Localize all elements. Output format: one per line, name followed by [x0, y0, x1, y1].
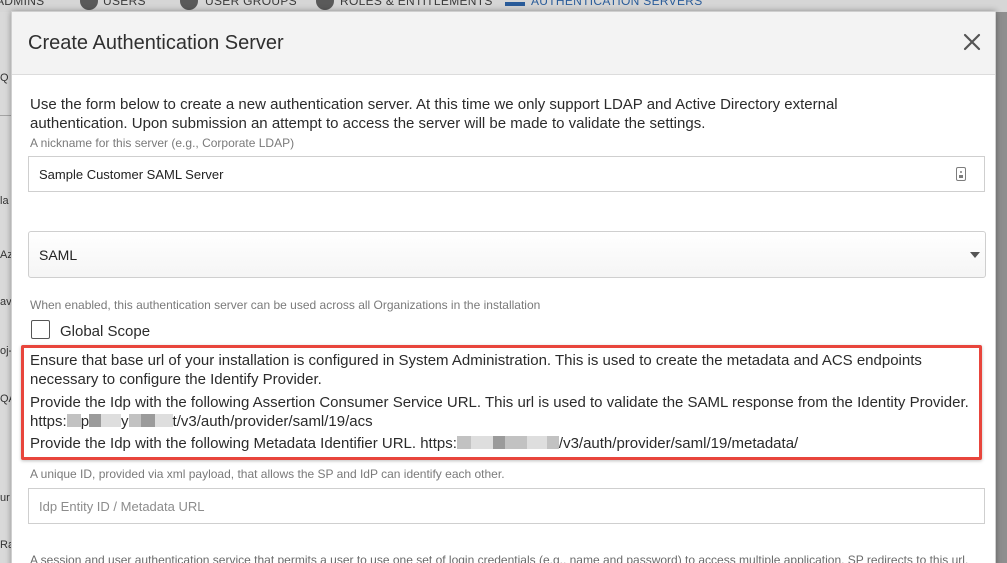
redacted-block — [526, 436, 547, 449]
redacted-block — [101, 414, 122, 427]
acs-url-note: Provide the Idp with the following Asser… — [30, 393, 970, 431]
acs-url-fragment: p — [80, 413, 90, 430]
background-fragment: la — [0, 195, 9, 207]
contact-card-icon — [956, 167, 966, 181]
redacted-block — [128, 414, 141, 427]
redacted-block — [470, 436, 493, 449]
base-url-note: Ensure that base url of your installatio… — [30, 352, 922, 388]
acs-url-fragment: y — [121, 413, 129, 430]
server-type-value: SAML — [39, 247, 78, 263]
global-scope-help: When enabled, this authentication server… — [30, 298, 541, 312]
redacted-block — [504, 436, 527, 449]
nav-tab-admins: ADMINS — [0, 0, 45, 8]
redacted-block — [456, 436, 471, 449]
acs-url-suffix: t/v3/auth/provider/saml/19/acs — [172, 413, 373, 430]
metadata-url-prefix: Provide the Idp with the following Metad… — [30, 435, 457, 452]
global-scope-label: Global Scope — [60, 323, 151, 340]
user-groups-icon — [180, 0, 198, 10]
close-icon[interactable] — [960, 30, 984, 54]
sso-help: A session and user authentication servic… — [30, 553, 969, 563]
redacted-block — [89, 414, 102, 427]
modal-title: Create Authentication Server — [28, 32, 284, 54]
entity-id-input[interactable] — [28, 488, 985, 524]
background-fragment: ur — [0, 492, 10, 504]
nickname-input[interactable] — [28, 156, 985, 192]
redacted-block — [546, 436, 559, 449]
auth-servers-icon — [505, 2, 525, 6]
global-scope-checkbox[interactable] — [31, 320, 50, 339]
roles-icon — [316, 0, 334, 10]
redacted-block — [492, 436, 505, 449]
users-icon — [80, 0, 98, 10]
nav-tab-users: USERS — [103, 0, 146, 8]
nav-tab-roles-entitlements: ROLES & ENTITLEMENTS — [340, 0, 493, 8]
nickname-field-wrap — [28, 156, 985, 192]
nav-tab-authentication-servers: AUTHENTICATION SERVERS — [531, 0, 703, 8]
modal-header: Create Authentication Server — [12, 12, 995, 75]
metadata-url-note: Provide the Idp with the following Metad… — [30, 434, 970, 453]
saml-info-callout: Ensure that base url of your installatio… — [21, 345, 982, 460]
nickname-help: A nickname for this server (e.g., Corpor… — [30, 136, 295, 150]
nav-tab-user-groups: USER GROUPS — [205, 0, 297, 8]
caret-down-icon — [970, 252, 980, 258]
modal-body: Use the form below to create a new authe… — [12, 76, 995, 563]
create-auth-server-modal: Create Authentication Server Use the for… — [11, 11, 996, 563]
redacted-block — [66, 414, 81, 427]
background-fragment: av — [0, 296, 12, 308]
server-type-select[interactable]: SAML — [28, 231, 986, 278]
metadata-url-suffix: /v3/auth/provider/saml/19/metadata/ — [558, 435, 799, 452]
intro-text: Use the form below to create a new authe… — [30, 96, 838, 132]
redacted-block — [140, 414, 155, 427]
redacted-block — [154, 414, 173, 427]
entity-id-help: A unique ID, provided via xml payload, t… — [30, 467, 505, 481]
background-fragment: Q — [0, 72, 9, 84]
